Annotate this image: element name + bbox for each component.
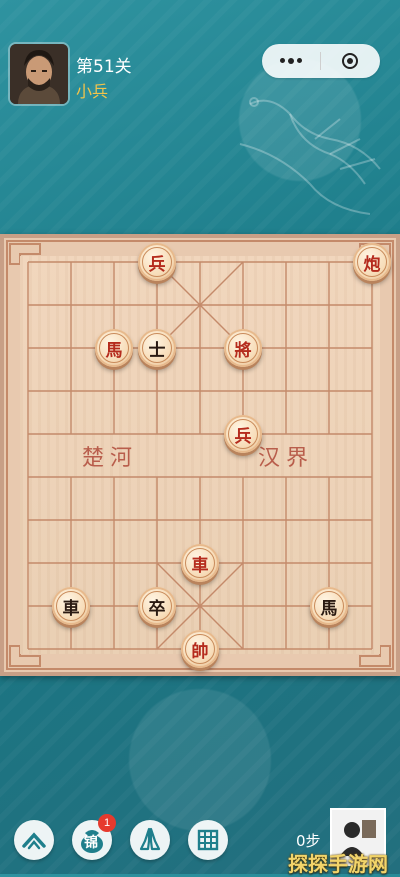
grid-button[interactable]	[188, 820, 228, 860]
brocade-label: 锦	[84, 835, 98, 851]
piece-label: 炮	[357, 247, 387, 277]
home-button[interactable]	[14, 820, 54, 860]
chevron-up-icon	[22, 832, 46, 850]
brocade-button[interactable]: 锦 1	[72, 814, 116, 860]
piece-label: 士	[142, 333, 172, 363]
piece-label: 馬	[314, 591, 344, 621]
chess-piece[interactable]: 兵	[138, 243, 176, 281]
chess-piece[interactable]: 兵	[224, 415, 262, 453]
watermark-text: 探探手游网	[288, 852, 388, 876]
level-title: 第51关	[76, 57, 132, 77]
piece-label: 車	[185, 548, 215, 578]
river-label-right: 汉界	[258, 446, 315, 471]
level-subtitle: 小兵	[76, 82, 109, 101]
piece-label: 馬	[99, 333, 129, 363]
river-label-left: 楚河	[82, 446, 139, 471]
pray-button[interactable]	[130, 820, 170, 860]
more-dots-icon	[280, 58, 302, 64]
piece-label: 車	[56, 591, 86, 621]
chess-board: 楚河 汉界 兵炮馬士將兵車車卒馬帥	[0, 234, 400, 676]
piece-label: 兵	[142, 247, 172, 277]
warrior-portrait-icon	[10, 44, 68, 104]
mini-program-capsule	[262, 44, 380, 78]
notification-badge: 1	[98, 814, 116, 832]
grid-icon	[197, 829, 219, 851]
chess-piece[interactable]: 士	[138, 329, 176, 367]
piece-label: 帥	[185, 634, 215, 664]
piece-label: 兵	[228, 419, 258, 449]
target-circle-icon	[342, 53, 358, 69]
chess-piece[interactable]: 馬	[310, 587, 348, 625]
close-button[interactable]	[321, 44, 379, 78]
player-avatar[interactable]	[10, 44, 68, 104]
more-button[interactable]	[262, 44, 320, 78]
chess-piece[interactable]: 卒	[138, 587, 176, 625]
chess-piece[interactable]: 將	[224, 329, 262, 367]
chess-piece[interactable]: 車	[52, 587, 90, 625]
piece-label: 將	[228, 333, 258, 363]
chess-piece[interactable]: 炮	[353, 243, 391, 281]
chess-piece[interactable]: 馬	[95, 329, 133, 367]
chess-piece[interactable]: 車	[181, 544, 219, 582]
hands-icon	[139, 827, 161, 851]
piece-label: 卒	[142, 591, 172, 621]
crane-decoration	[239, 97, 381, 215]
chess-piece[interactable]: 帥	[181, 630, 219, 668]
